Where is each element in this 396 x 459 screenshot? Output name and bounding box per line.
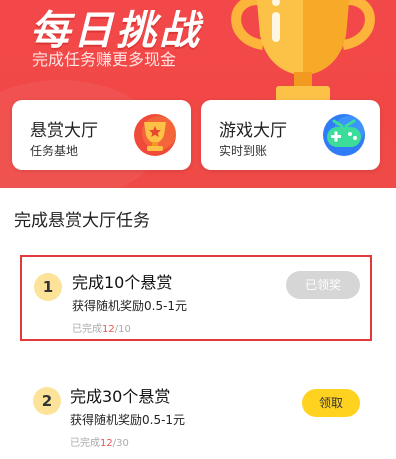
- progress-total: /30: [112, 438, 129, 449]
- task-progress: 已完成12/10: [72, 320, 131, 335]
- task-title: 完成30个悬赏: [70, 387, 171, 406]
- trophy-badge-icon: [134, 114, 176, 156]
- progress-prefix: 已完成: [72, 324, 102, 335]
- card-subtitle: 任务基地: [30, 144, 79, 158]
- claimed-button[interactable]: 已领奖: [286, 271, 360, 299]
- bounty-hall-card[interactable]: 悬赏大厅 任务基地: [12, 100, 191, 170]
- task-number-badge: 2: [33, 387, 61, 415]
- gamepad-icon: [323, 114, 365, 156]
- task-title: 完成10个悬赏: [72, 273, 173, 292]
- card-subtitle: 实时到账: [219, 144, 268, 158]
- claim-button[interactable]: 领取: [302, 389, 360, 417]
- section-title: 完成悬赏大厅任务: [14, 211, 150, 231]
- progress-total: /10: [114, 324, 131, 335]
- task-item: 2 完成30个悬赏 获得随机奖励0.5-1元 已完成12/30 领取: [20, 371, 372, 457]
- progress-current: 12: [100, 438, 113, 449]
- task-reward: 获得随机奖励0.5-1元: [70, 413, 186, 427]
- task-reward: 获得随机奖励0.5-1元: [72, 299, 188, 313]
- card-title: 游戏大厅: [219, 121, 287, 141]
- card-title: 悬赏大厅: [30, 121, 98, 141]
- task-item: 1 完成10个悬赏 获得随机奖励0.5-1元 已完成12/10 已领奖: [20, 255, 372, 341]
- progress-current: 12: [102, 324, 115, 335]
- game-hall-card[interactable]: 游戏大厅 实时到账: [201, 100, 380, 170]
- task-progress: 已完成12/30: [70, 434, 129, 449]
- progress-prefix: 已完成: [70, 438, 100, 449]
- page-subtitle: 完成任务赚更多现金: [32, 50, 177, 69]
- trophy-icon: [231, 0, 375, 102]
- task-number-badge: 1: [34, 273, 62, 301]
